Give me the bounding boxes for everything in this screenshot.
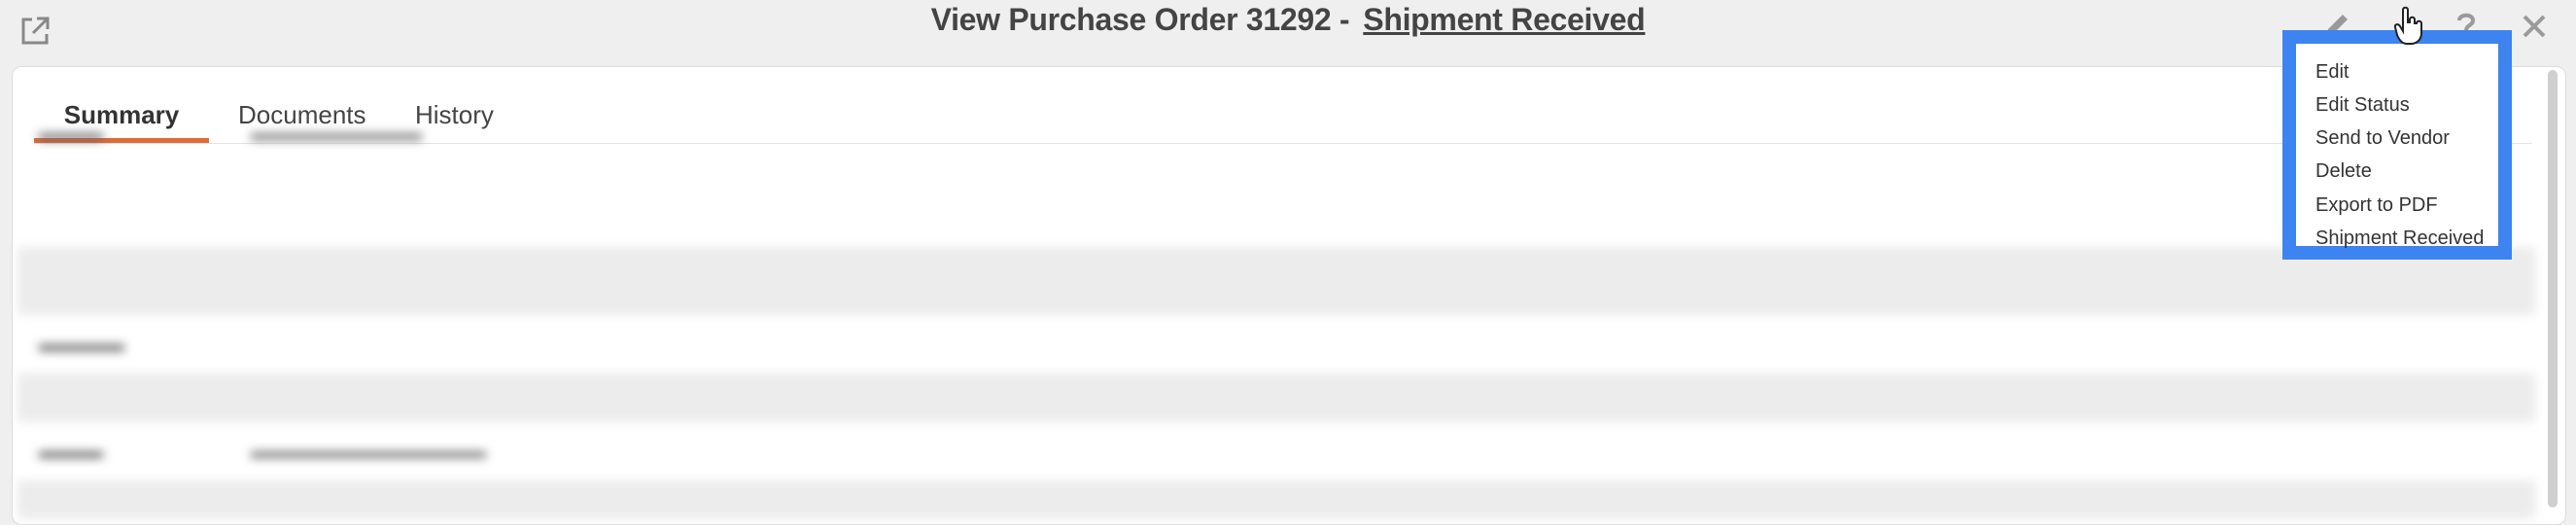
vertical-scrollbar[interactable] bbox=[2548, 70, 2558, 508]
blurred-row bbox=[17, 247, 2535, 315]
blurred-row bbox=[17, 373, 2535, 422]
blurred-content: ▬▬▬ ▬▬▬▬▬▬▬▬ ▬▬▬▬ ▬▬▬ ▬▬▬▬▬▬▬▬▬▬▬ bbox=[17, 101, 2535, 519]
menu-item-export-pdf[interactable]: Export to PDF bbox=[2315, 194, 2438, 217]
menu-item-edit[interactable]: Edit bbox=[2315, 61, 2349, 84]
status-link[interactable]: Shipment Received bbox=[1363, 2, 1645, 37]
cursor-hand-icon bbox=[2393, 6, 2426, 45]
page-title: View Purchase Order 31292 - Shipment Rece… bbox=[0, 2, 2576, 38]
menu-item-edit-status[interactable]: Edit Status bbox=[2315, 94, 2410, 117]
menu-item-send-to-vendor[interactable]: Send to Vendor bbox=[2315, 127, 2450, 150]
blurred-row: ▬▬▬ ▬▬▬▬▬▬▬▬ bbox=[39, 121, 422, 145]
blurred-row: ▬▬▬ ▬▬▬▬▬▬▬▬▬▬▬ bbox=[39, 438, 486, 463]
actions-menu: Edit Edit Status Send to Vendor Delete E… bbox=[2282, 30, 2512, 260]
top-bar: View Purchase Order 31292 - Shipment Rece… bbox=[0, 0, 2576, 62]
blurred-row: ▬▬▬▬ bbox=[39, 332, 124, 356]
menu-item-shipment-received[interactable]: Shipment Received bbox=[2315, 228, 2484, 250]
page-title-text: View Purchase Order 31292 - bbox=[930, 2, 1350, 37]
menu-item-delete[interactable]: Delete bbox=[2315, 160, 2372, 183]
blurred-row bbox=[17, 480, 2535, 519]
close-icon[interactable] bbox=[2518, 10, 2551, 43]
